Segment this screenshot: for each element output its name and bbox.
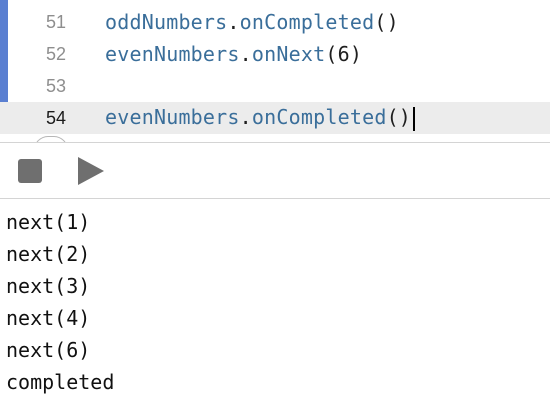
line-number: 51 [45, 11, 66, 32]
console-line: completed [6, 370, 115, 394]
code-text[interactable]: evenNumbers.onNext(6) [105, 42, 362, 66]
console-output[interactable]: next(1) next(2) next(3) next(4) next(6) … [0, 206, 550, 402]
code-text[interactable]: evenNumbers.onCompleted() [105, 105, 416, 131]
code-editor[interactable]: 51 oddNumbers.onCompleted() 52 evenNumbe… [0, 0, 550, 142]
console-line: next(3) [6, 274, 91, 298]
line-number: 52 [45, 43, 66, 64]
line-number: 53 [45, 75, 66, 96]
code-line[interactable]: 51 oddNumbers.onCompleted() [0, 6, 550, 38]
text-caret [413, 106, 416, 131]
code-line[interactable]: 53 [0, 70, 550, 102]
debug-toolbar [0, 143, 550, 198]
console-line: next(6) [6, 338, 91, 362]
current-code-line[interactable]: 54 evenNumbers.onCompleted() [0, 102, 550, 134]
code-text[interactable]: oddNumbers.onCompleted() [105, 10, 399, 34]
play-icon[interactable] [78, 157, 104, 185]
stop-icon[interactable] [18, 159, 42, 183]
line-number: 54 [45, 107, 66, 128]
code-line[interactable]: 52 evenNumbers.onNext(6) [0, 38, 550, 70]
divider [0, 198, 550, 199]
console-line: next(2) [6, 242, 91, 266]
console-line: next(4) [6, 306, 91, 330]
console-line: next(1) [6, 210, 91, 234]
